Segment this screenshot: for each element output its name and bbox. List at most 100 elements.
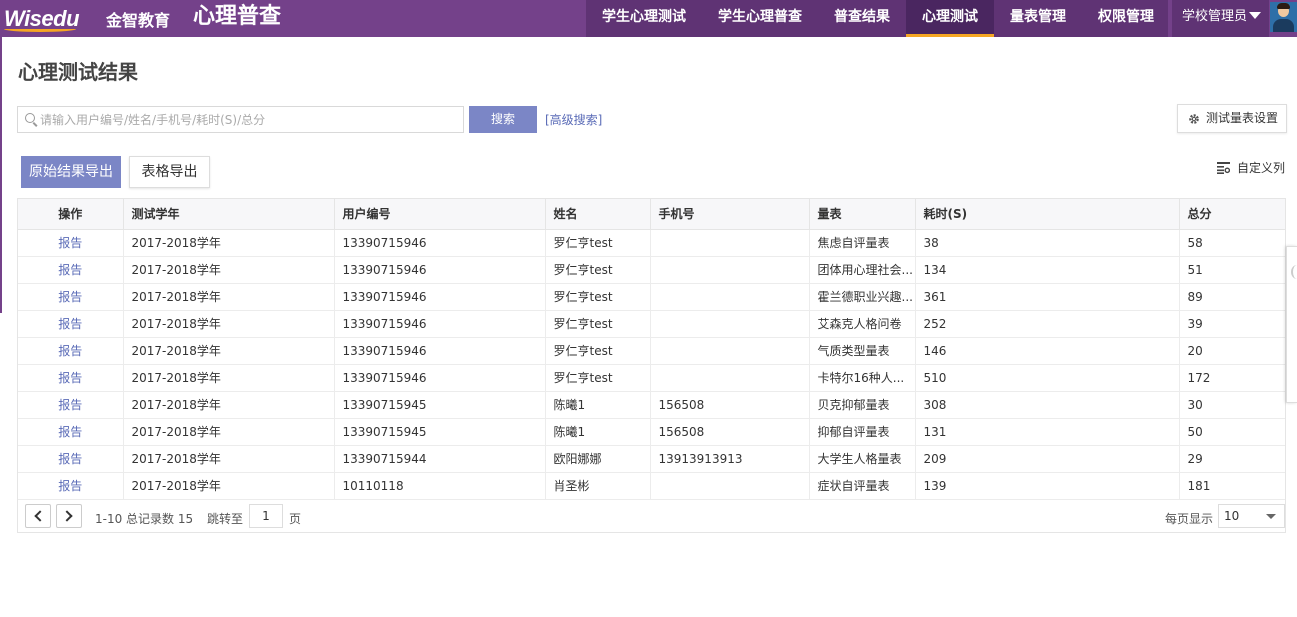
report-link[interactable]: 报告 <box>18 283 124 311</box>
nav-student-survey[interactable]: 学生心理普查 <box>702 0 818 37</box>
col-header-scale[interactable]: 量表 <box>809 199 916 230</box>
table-row: 报告 2017-2018学年 13390715946 罗仁亨test 霍兰德职业… <box>18 283 1285 311</box>
col-header-year[interactable]: 测试学年 <box>123 199 335 230</box>
cell-user-id: 13390715944 <box>334 445 546 473</box>
cell-time: 209 <box>915 445 1180 473</box>
wisedu-logo[interactable]: Wisedu <box>4 4 100 34</box>
table-row: 报告 2017-2018学年 13390715945 陈曦1 156508 抑郁… <box>18 418 1285 446</box>
table-row: 报告 2017-2018学年 13390715946 罗仁亨test 卡特尔16… <box>18 364 1285 392</box>
nav-student-test[interactable]: 学生心理测试 <box>586 0 702 37</box>
cell-year: 2017-2018学年 <box>123 229 335 257</box>
caret-down-icon <box>1249 12 1261 19</box>
logo-swoosh-icon <box>4 26 76 32</box>
cell-user-id: 13390715945 <box>334 391 546 419</box>
cell-scale: 贝克抑郁量表 <box>809 391 916 419</box>
app-title: 心理普查 <box>193 4 282 29</box>
table-row: 报告 2017-2018学年 13390715946 罗仁亨test 焦虑自评量… <box>18 229 1285 257</box>
cell-phone: 156508 <box>650 418 810 446</box>
chevron-right-icon <box>61 510 73 522</box>
nav-survey-results[interactable]: 普查结果 <box>818 0 906 37</box>
nav-permission-management[interactable]: 权限管理 <box>1082 0 1170 37</box>
cell-year: 2017-2018学年 <box>123 283 335 311</box>
cell-score: 181 <box>1179 472 1285 500</box>
cell-phone: 156508 <box>650 391 810 419</box>
scale-settings-button[interactable]: 测试量表设置 <box>1177 104 1287 133</box>
cell-score: 20 <box>1179 337 1285 365</box>
report-link[interactable]: 报告 <box>18 364 124 392</box>
cell-scale: 大学生人格量表 <box>809 445 916 473</box>
cell-name: 欧阳娜娜 <box>545 445 651 473</box>
nav-scale-management[interactable]: 量表管理 <box>994 0 1082 37</box>
search-button[interactable]: 搜索 <box>469 106 537 133</box>
cell-name: 罗仁亨test <box>545 256 651 284</box>
avatar-hair <box>1277 3 1290 9</box>
col-header-phone[interactable]: 手机号 <box>650 199 810 230</box>
cell-score: 29 <box>1179 445 1285 473</box>
report-link[interactable]: 报告 <box>18 256 124 284</box>
table-header-row: 操作 测试学年 用户编号 姓名 手机号 量表 耗时(S) 总分 <box>18 199 1285 230</box>
cell-scale: 霍兰德职业兴趣... <box>809 283 916 311</box>
cell-year: 2017-2018学年 <box>123 310 335 338</box>
results-table-container: 操作 测试学年 用户编号 姓名 手机号 量表 耗时(S) 总分 报告 2017-… <box>17 198 1286 533</box>
col-header-user-id[interactable]: 用户编号 <box>334 199 546 230</box>
cell-time: 308 <box>915 391 1180 419</box>
cell-phone <box>650 229 810 257</box>
search-input[interactable] <box>40 107 460 132</box>
col-header-time[interactable]: 耗时(S) <box>915 199 1180 230</box>
report-link[interactable]: 报告 <box>18 472 124 500</box>
pagination-bar: 1-10 总记录数 15 跳转至 页 每页显示 10 <box>18 499 1285 533</box>
results-table: 操作 测试学年 用户编号 姓名 手机号 量表 耗时(S) 总分 报告 2017-… <box>18 199 1285 500</box>
advanced-search-link[interactable]: [高级搜索] <box>545 111 602 128</box>
report-link[interactable]: 报告 <box>18 391 124 419</box>
page-number-input[interactable] <box>249 504 283 528</box>
cell-score: 58 <box>1179 229 1285 257</box>
search-box <box>17 106 464 133</box>
next-page-button[interactable] <box>56 504 82 528</box>
export-raw-results-button[interactable]: 原始结果导出 <box>21 156 121 188</box>
cell-score: 89 <box>1179 283 1285 311</box>
caret-down-icon <box>1266 514 1276 519</box>
cell-year: 2017-2018学年 <box>123 472 335 500</box>
cell-score: 30 <box>1179 391 1285 419</box>
col-header-name[interactable]: 姓名 <box>545 199 651 230</box>
gear-icon <box>1189 114 1199 124</box>
cell-time: 131 <box>915 418 1180 446</box>
search-icon <box>25 113 35 123</box>
col-header-score[interactable]: 总分 <box>1179 199 1285 230</box>
avatar[interactable] <box>1270 2 1297 32</box>
cell-time: 510 <box>915 364 1180 392</box>
main-nav: 学生心理测试 学生心理普查 普查结果 心理测试 量表管理 权限管理 <box>586 0 1168 37</box>
cell-phone <box>650 310 810 338</box>
report-link[interactable]: 报告 <box>18 310 124 338</box>
cell-time: 361 <box>915 283 1180 311</box>
cell-name: 罗仁亨test <box>545 283 651 311</box>
col-header-action: 操作 <box>18 199 124 230</box>
cell-user-id: 13390715946 <box>334 364 546 392</box>
report-link[interactable]: 报告 <box>18 337 124 365</box>
side-drawer-tab[interactable] <box>1286 246 1297 403</box>
prev-page-button[interactable] <box>25 504 51 528</box>
report-link[interactable]: 报告 <box>18 229 124 257</box>
table-row: 报告 2017-2018学年 13390715946 罗仁亨test 艾森克人格… <box>18 310 1285 338</box>
report-link[interactable]: 报告 <box>18 445 124 473</box>
nav-psych-test[interactable]: 心理测试 <box>906 0 994 37</box>
cell-time: 252 <box>915 310 1180 338</box>
brand-name: 金智教育 <box>106 11 171 30</box>
cell-score: 39 <box>1179 310 1285 338</box>
cell-year: 2017-2018学年 <box>123 364 335 392</box>
page-size-select[interactable]: 10 <box>1218 504 1285 528</box>
cell-name: 肖圣彬 <box>545 472 651 500</box>
cell-name: 陈曦1 <box>545 391 651 419</box>
user-role-dropdown[interactable]: 学校管理员 <box>1172 0 1269 37</box>
page-suffix: 页 <box>289 512 302 526</box>
export-table-button[interactable]: 表格导出 <box>129 156 210 188</box>
page-size-value: 10 <box>1224 509 1240 523</box>
custom-columns-button[interactable]: 自定义列 <box>1217 160 1285 176</box>
cell-year: 2017-2018学年 <box>123 337 335 365</box>
cell-scale: 气质类型量表 <box>809 337 916 365</box>
report-link[interactable]: 报告 <box>18 418 124 446</box>
cell-time: 134 <box>915 256 1180 284</box>
cell-name: 罗仁亨test <box>545 337 651 365</box>
custom-columns-label: 自定义列 <box>1237 161 1286 175</box>
cell-time: 38 <box>915 229 1180 257</box>
